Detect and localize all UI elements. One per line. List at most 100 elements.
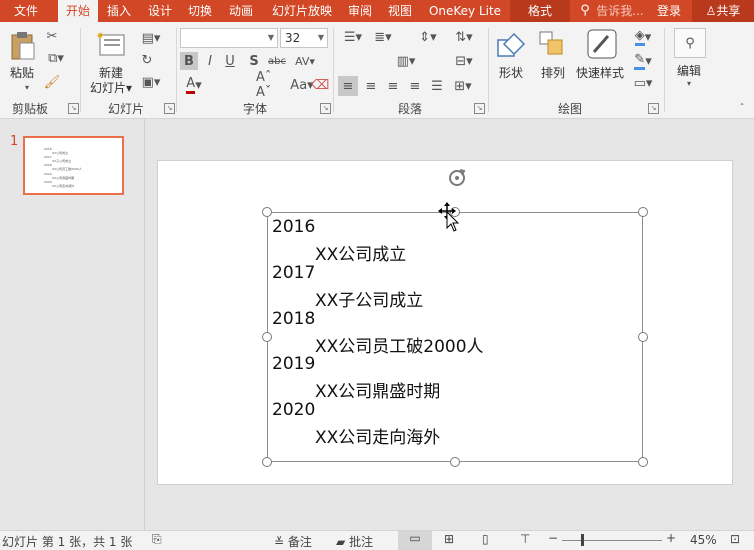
resize-handle-right[interactable]	[638, 332, 648, 342]
copy-icon[interactable]: ⧉▾	[44, 50, 68, 66]
tab-home[interactable]: 开始	[58, 0, 98, 22]
quick-styles-button[interactable]: 快速样式	[574, 64, 626, 81]
quick-styles-icon[interactable]	[586, 28, 618, 60]
char-spacing-icon[interactable]: AV▾	[290, 52, 320, 70]
tab-format[interactable]: 格式	[510, 0, 570, 22]
tab-design[interactable]: 设计	[142, 0, 178, 22]
share-button[interactable]: ♙共享	[692, 0, 754, 22]
slide-sorter-icon[interactable]: ⊞	[444, 532, 454, 546]
shape-effects-icon[interactable]: ▭▾	[630, 74, 656, 92]
normal-view-icon[interactable]: ▭	[398, 531, 432, 550]
tab-transitions[interactable]: 切换	[182, 0, 218, 22]
cut-icon[interactable]: ✂	[44, 28, 60, 44]
tab-insert[interactable]: 插入	[100, 0, 138, 22]
columns-icon[interactable]: ▥▾	[394, 52, 418, 70]
resize-handle-top-left[interactable]	[262, 207, 272, 217]
bold-icon[interactable]: B	[180, 52, 198, 70]
editing-button[interactable]: 编辑	[670, 62, 708, 79]
italic-icon[interactable]: I	[202, 52, 218, 70]
reading-view-icon[interactable]: ▯	[482, 532, 489, 546]
paste-icon[interactable]	[8, 30, 36, 62]
slide-thumbnail[interactable]: 2016 XX公司成立 2017 XX子公司成立 2018 XX公司员工破2000人 201…	[23, 136, 124, 195]
align-right-icon[interactable]: ≡	[384, 76, 402, 96]
bullets-icon[interactable]: ☰▾	[340, 28, 366, 46]
font-color-icon[interactable]: A ▾	[180, 76, 208, 94]
resize-handle-top-right[interactable]	[638, 207, 648, 217]
paste-button[interactable]: 粘贴	[6, 64, 38, 81]
shadow-icon[interactable]: S	[246, 52, 262, 70]
shape-fill-icon[interactable]: ◈ ▾	[630, 28, 656, 46]
event-text[interactable]: XX公司员工破2000人	[315, 332, 484, 357]
line-spacing-icon[interactable]: ⇕▾	[414, 28, 442, 46]
chevron-down-icon[interactable]: ▾	[22, 82, 32, 92]
resize-handle-bottom[interactable]	[450, 457, 460, 467]
paragraph-group-label: 段落	[397, 102, 422, 116]
justify-icon[interactable]: ≡	[406, 76, 424, 96]
search-icon[interactable]: ⚲	[674, 28, 706, 58]
tab-slideshow[interactable]: 幻灯片放映	[264, 0, 340, 22]
zoom-level[interactable]: 45%	[690, 533, 717, 547]
slideshow-icon[interactable]: ⊤	[520, 532, 530, 546]
grow-shrink-font-icon[interactable]: Aˆ Aˇ	[256, 70, 286, 100]
numbering-icon[interactable]: ≣▾	[370, 28, 396, 46]
event-text[interactable]: XX公司走向海外	[315, 423, 440, 448]
dialog-launcher-icon[interactable]: ↘	[474, 103, 485, 114]
tab-review[interactable]: 审阅	[342, 0, 378, 22]
dialog-launcher-icon[interactable]: ↘	[320, 103, 331, 114]
dialog-launcher-icon[interactable]: ↘	[648, 103, 659, 114]
resize-handle-bottom-right[interactable]	[638, 457, 648, 467]
text-direction-icon[interactable]: ⇅▾	[450, 28, 478, 46]
tab-onekey[interactable]: OneKey Lite	[424, 0, 506, 22]
spellcheck-icon[interactable]: ⎘	[152, 532, 162, 547]
smartart-icon[interactable]: ⊞▾	[450, 76, 476, 96]
year-text[interactable]: 2020	[272, 400, 315, 420]
strikethrough-icon[interactable]: abc	[266, 52, 288, 70]
font-size-select[interactable]: 32 ▼	[280, 28, 328, 48]
shape-outline-icon[interactable]: ✎ ▾	[630, 52, 656, 70]
arrange-icon[interactable]	[538, 30, 568, 60]
new-slide-label[interactable]: 幻灯片▾	[86, 79, 136, 96]
group-divider	[333, 28, 334, 112]
notes-button[interactable]: ≚ 备注	[274, 533, 312, 550]
shapes-button[interactable]: 形状	[492, 64, 530, 81]
new-slide-icon[interactable]: ✷	[96, 28, 126, 58]
year-text[interactable]: 2018	[272, 309, 315, 329]
comments-button[interactable]: ▰ 批注	[336, 533, 373, 550]
tab-animations[interactable]: 动画	[222, 0, 260, 22]
arrange-button[interactable]: 排列	[534, 64, 572, 81]
tab-view[interactable]: 视图	[382, 0, 418, 22]
fit-to-window-icon[interactable]: ⊡	[730, 532, 740, 546]
dialog-launcher-icon[interactable]: ↘	[68, 103, 79, 114]
zoom-in-icon[interactable]: +	[666, 531, 676, 545]
tell-me-box[interactable]: 告诉我...	[594, 0, 646, 22]
event-text[interactable]: XX子公司成立	[315, 286, 423, 311]
year-text[interactable]: 2016	[272, 217, 315, 237]
resize-handle-bottom-left[interactable]	[262, 457, 272, 467]
distributed-icon[interactable]: ☰	[428, 76, 446, 96]
font-name-select[interactable]: ▼	[180, 28, 278, 48]
login-link[interactable]: 登录	[652, 0, 686, 22]
zoom-slider-thumb[interactable]	[581, 534, 585, 546]
align-left-icon[interactable]: ≡	[338, 76, 358, 96]
shapes-icon[interactable]	[496, 30, 526, 60]
rotate-handle-icon[interactable]	[446, 167, 468, 189]
align-text-icon[interactable]: ⊟▾	[450, 52, 478, 70]
section-icon[interactable]: ▣▾	[138, 74, 164, 90]
year-text[interactable]: 2017	[272, 263, 315, 283]
event-text[interactable]: XX公司鼎盛时期	[315, 377, 440, 402]
dialog-launcher-icon[interactable]: ↘	[164, 103, 175, 114]
zoom-slider[interactable]	[562, 540, 662, 541]
collapse-ribbon-icon[interactable]: ˆ	[736, 102, 748, 114]
align-center-icon[interactable]: ≡	[362, 76, 380, 96]
clear-format-icon[interactable]: ⌫	[311, 76, 329, 94]
tab-file[interactable]: 文件	[0, 0, 52, 22]
underline-icon[interactable]: U	[222, 52, 238, 70]
reset-icon[interactable]: ↻	[138, 52, 156, 68]
year-text[interactable]: 2019	[272, 354, 315, 374]
format-painter-icon[interactable]: 🖌	[44, 74, 61, 90]
chevron-down-icon[interactable]: ▾	[684, 78, 694, 88]
zoom-out-icon[interactable]: −	[548, 531, 558, 545]
resize-handle-left[interactable]	[262, 332, 272, 342]
event-text[interactable]: XX公司成立	[315, 240, 406, 265]
layout-icon[interactable]: ▤▾	[138, 30, 164, 46]
